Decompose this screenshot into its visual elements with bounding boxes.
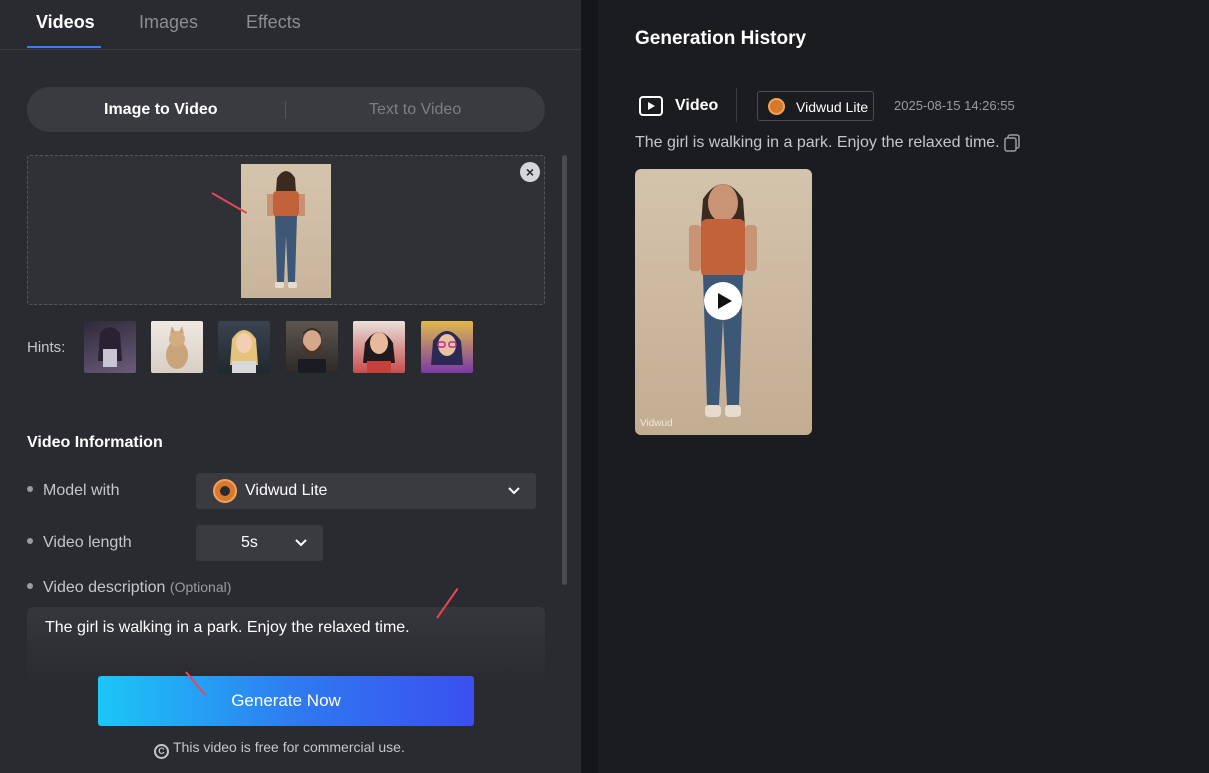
panel-scrollbar[interactable] xyxy=(562,155,567,585)
bullet-dot xyxy=(27,537,33,544)
mode-toggle: Image to Video Text to Video xyxy=(27,87,545,132)
chevron-down-icon xyxy=(508,487,520,495)
image-to-video-option[interactable]: Image to Video xyxy=(104,101,218,119)
text-to-video-option[interactable]: Text to Video xyxy=(369,101,461,119)
chevron-down-icon xyxy=(295,539,307,547)
video-information-title: Video Information xyxy=(27,434,163,451)
description-text: The girl is walking in a park. Enjoy the… xyxy=(45,619,410,636)
uploaded-image-thumbnail xyxy=(241,164,331,298)
image-upload-area[interactable]: × xyxy=(27,155,545,305)
history-panel: Generation History Video Vidwud Lite 202… xyxy=(598,0,1209,773)
hint-blonde-woman[interactable] xyxy=(218,321,270,373)
mode-separator xyxy=(285,101,286,119)
generator-panel: Videos Images Effects Image to Video Tex… xyxy=(0,0,581,773)
generated-video-thumbnail[interactable]: Vidwud xyxy=(635,169,812,435)
hint-cartoon-woman[interactable] xyxy=(353,321,405,373)
optional-tag: (Optional) xyxy=(169,579,232,595)
length-row-label: Video length xyxy=(27,534,132,552)
tab-videos[interactable]: Videos xyxy=(36,12,95,33)
vidwud-logo-icon xyxy=(213,479,237,503)
vidwud-watermark: Vidwud xyxy=(640,418,673,429)
history-prompt: The girl is walking in a park. Enjoy the… xyxy=(635,134,1000,151)
hints-label: Hints: xyxy=(27,339,66,356)
copy-icon[interactable] xyxy=(1004,134,1020,152)
play-button[interactable] xyxy=(704,282,742,320)
tab-images[interactable]: Images xyxy=(139,12,198,33)
bullet-dot xyxy=(27,485,33,492)
model-badge-name: Vidwud Lite xyxy=(796,99,869,115)
description-row-label: Video description (Optional) xyxy=(27,579,231,597)
remove-image-button[interactable]: × xyxy=(520,162,540,182)
bullet-dot xyxy=(27,582,33,589)
model-select-value: Vidwud Lite xyxy=(245,482,328,499)
length-select-value: 5s xyxy=(241,534,258,551)
hint-bearded-man[interactable] xyxy=(286,321,338,373)
history-timestamp: 2025-08-15 14:26:55 xyxy=(894,98,1015,113)
copyright-icon: C xyxy=(154,744,169,759)
history-type-label: Video xyxy=(675,97,719,114)
description-textarea[interactable]: The girl is walking in a park. Enjoy the… xyxy=(27,607,545,682)
vidwud-logo-icon xyxy=(768,98,785,115)
video-icon xyxy=(639,96,663,116)
length-select[interactable]: 5s xyxy=(196,525,323,561)
hint-cat[interactable] xyxy=(151,321,203,373)
model-select[interactable]: Vidwud Lite xyxy=(196,473,536,509)
hint-anime-girl[interactable] xyxy=(84,321,136,373)
model-badge: Vidwud Lite xyxy=(757,91,874,121)
model-row-label: Model with xyxy=(27,482,119,500)
commercial-use-note: C This video is free for commercial use. xyxy=(154,739,405,759)
generate-now-button[interactable]: Generate Now xyxy=(98,676,474,726)
tab-bar: Videos Images Effects xyxy=(0,0,581,50)
hint-anime-girl-glasses[interactable] xyxy=(421,321,473,373)
panel-divider xyxy=(581,0,598,773)
history-separator xyxy=(736,88,737,122)
tab-effects[interactable]: Effects xyxy=(246,12,301,33)
active-tab-indicator xyxy=(27,46,101,48)
generation-history-title: Generation History xyxy=(635,28,807,49)
